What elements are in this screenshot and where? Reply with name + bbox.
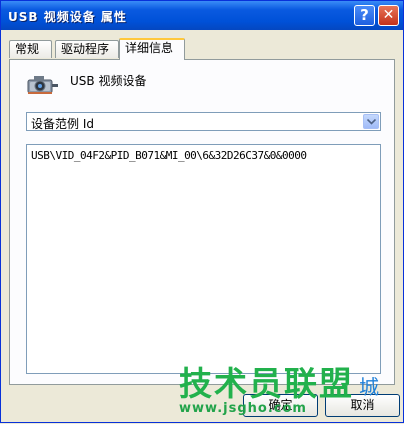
watermark-url: www.jsgho.com xyxy=(179,401,307,416)
watermark-text: 技术员联盟 xyxy=(179,364,354,403)
list-item[interactable]: USB\VID_04F2&PID_B071&MI_00\6&32D26C37&0… xyxy=(31,149,307,162)
device-name: USB 视频设备 xyxy=(70,74,147,88)
camera-device-icon xyxy=(26,72,60,96)
watermark-text-secondary: 城 xyxy=(359,375,379,399)
property-dropdown-value: 设备范例 Id xyxy=(31,117,94,131)
tab-driver[interactable]: 驱动程序 xyxy=(55,40,119,58)
details-panel: USB 视频设备 设备范例 Id USB\VID_04F2&PID_B071&M… xyxy=(9,59,395,385)
properties-window: USB 视频设备 属性 ? ✕ 常规 驱动程序 详细信息 USB 视频设备 设备… xyxy=(0,0,404,423)
chevron-down-icon[interactable] xyxy=(363,114,379,129)
tab-general[interactable]: 常规 xyxy=(9,40,52,58)
tab-details[interactable]: 详细信息 xyxy=(119,38,185,60)
close-button[interactable]: ✕ xyxy=(378,5,399,26)
property-values-list[interactable]: USB\VID_04F2&PID_B071&MI_00\6&32D26C37&0… xyxy=(26,144,381,374)
watermark-logo: 技术员联盟 城 www.jsgho.com xyxy=(171,357,404,424)
property-dropdown[interactable]: 设备范例 Id xyxy=(26,112,381,131)
help-button[interactable]: ? xyxy=(354,5,375,26)
window-title: USB 视频设备 属性 xyxy=(8,10,127,24)
title-bar[interactable]: USB 视频设备 属性 ? ✕ xyxy=(1,1,403,30)
